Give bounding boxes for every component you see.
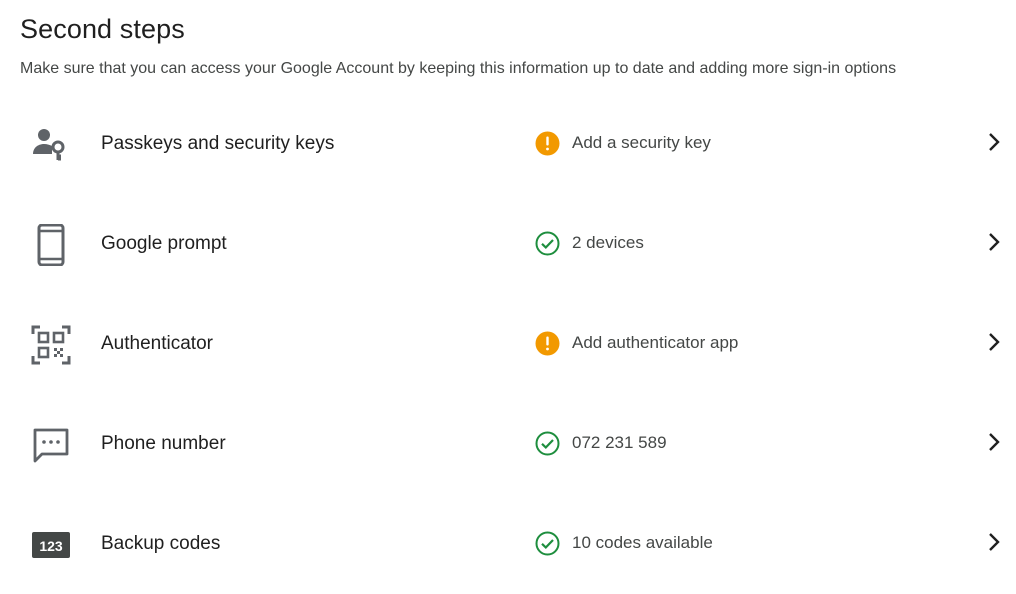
row-phone-number[interactable]: Phone number 072 231 589 <box>0 394 1016 494</box>
chevron-right-icon[interactable] <box>984 130 1004 154</box>
chevron-right-icon[interactable] <box>984 330 1004 354</box>
row-google-prompt[interactable]: Google prompt 2 devices <box>0 194 1016 294</box>
warning-icon <box>535 131 560 156</box>
backup-codes-icon: 123 <box>30 524 72 566</box>
row-backup-codes[interactable]: 123 Backup codes 10 codes available <box>0 494 1016 594</box>
chevron-right-icon[interactable] <box>984 530 1004 554</box>
row-passkeys[interactable]: Passkeys and security keys Add a securit… <box>0 94 1016 194</box>
row-label: Authenticator <box>101 333 213 354</box>
second-steps-list: Passkeys and security keys Add a securit… <box>0 94 1016 594</box>
row-label: Google prompt <box>101 233 227 254</box>
qr-code-icon <box>30 324 72 366</box>
check-circle-icon <box>535 431 560 456</box>
backup-codes-icon-text: 123 <box>39 538 63 554</box>
status-text: 2 devices <box>572 233 644 252</box>
chevron-right-icon[interactable] <box>984 430 1004 454</box>
row-status: Add a security key <box>535 130 711 156</box>
section-title: Second steps <box>20 14 185 44</box>
phone-icon <box>30 224 72 266</box>
row-authenticator[interactable]: Authenticator Add authenticator app <box>0 294 1016 394</box>
status-text: Add authenticator app <box>572 333 739 352</box>
status-text: 10 codes available <box>572 533 713 552</box>
check-circle-icon <box>535 231 560 256</box>
person-key-icon <box>30 124 72 166</box>
chevron-right-icon[interactable] <box>984 230 1004 254</box>
row-status: 2 devices <box>535 230 644 256</box>
status-text: 072 231 589 <box>572 433 667 452</box>
row-status: 072 231 589 <box>535 430 667 456</box>
check-circle-icon <box>535 531 560 556</box>
row-status: Add authenticator app <box>535 330 738 356</box>
status-text: Add a security key <box>572 133 711 152</box>
row-label: Backup codes <box>101 533 221 554</box>
message-icon <box>30 424 72 466</box>
row-label: Phone number <box>101 433 226 454</box>
warning-icon <box>535 331 560 356</box>
section-subtitle: Make sure that you can access your Googl… <box>20 60 897 77</box>
row-status: 10 codes available <box>535 530 713 556</box>
row-label: Passkeys and security keys <box>101 133 335 154</box>
